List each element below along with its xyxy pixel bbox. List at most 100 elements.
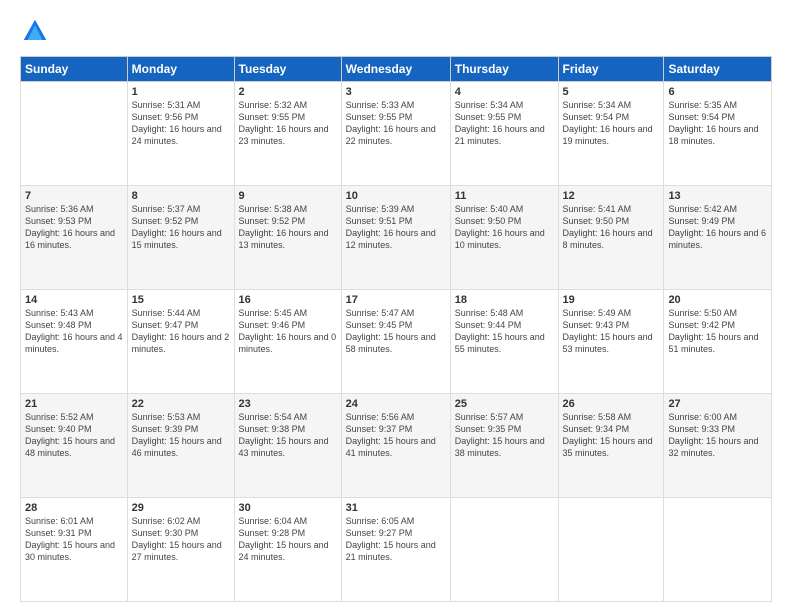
- calendar-table: SundayMondayTuesdayWednesdayThursdayFrid…: [20, 56, 772, 602]
- day-info: Sunrise: 5:56 AMSunset: 9:37 PMDaylight:…: [346, 411, 446, 460]
- weekday-header: Monday: [127, 57, 234, 82]
- day-number: 26: [563, 398, 660, 410]
- calendar-day-cell: 19Sunrise: 5:49 AMSunset: 9:43 PMDayligh…: [558, 290, 664, 394]
- day-number: 27: [668, 398, 767, 410]
- weekday-header: Saturday: [664, 57, 772, 82]
- day-info: Sunrise: 5:44 AMSunset: 9:47 PMDaylight:…: [132, 307, 230, 356]
- day-number: 12: [563, 190, 660, 202]
- logo-icon: [20, 16, 50, 46]
- day-info: Sunrise: 6:01 AMSunset: 9:31 PMDaylight:…: [25, 515, 123, 564]
- calendar-week-row: 28Sunrise: 6:01 AMSunset: 9:31 PMDayligh…: [21, 498, 772, 602]
- day-info: Sunrise: 5:47 AMSunset: 9:45 PMDaylight:…: [346, 307, 446, 356]
- calendar-day-cell: [664, 498, 772, 602]
- day-info: Sunrise: 5:36 AMSunset: 9:53 PMDaylight:…: [25, 203, 123, 252]
- calendar-day-cell: 16Sunrise: 5:45 AMSunset: 9:46 PMDayligh…: [234, 290, 341, 394]
- calendar-day-cell: 27Sunrise: 6:00 AMSunset: 9:33 PMDayligh…: [664, 394, 772, 498]
- calendar-day-cell: 23Sunrise: 5:54 AMSunset: 9:38 PMDayligh…: [234, 394, 341, 498]
- day-number: 4: [455, 86, 554, 98]
- day-info: Sunrise: 5:43 AMSunset: 9:48 PMDaylight:…: [25, 307, 123, 356]
- day-number: 11: [455, 190, 554, 202]
- day-info: Sunrise: 5:48 AMSunset: 9:44 PMDaylight:…: [455, 307, 554, 356]
- day-info: Sunrise: 5:52 AMSunset: 9:40 PMDaylight:…: [25, 411, 123, 460]
- day-info: Sunrise: 5:42 AMSunset: 9:49 PMDaylight:…: [668, 203, 767, 252]
- calendar-day-cell: 21Sunrise: 5:52 AMSunset: 9:40 PMDayligh…: [21, 394, 128, 498]
- calendar-header: SundayMondayTuesdayWednesdayThursdayFrid…: [21, 57, 772, 82]
- day-number: 9: [239, 190, 337, 202]
- day-number: 5: [563, 86, 660, 98]
- calendar-day-cell: 24Sunrise: 5:56 AMSunset: 9:37 PMDayligh…: [341, 394, 450, 498]
- day-info: Sunrise: 5:57 AMSunset: 9:35 PMDaylight:…: [455, 411, 554, 460]
- day-number: 10: [346, 190, 446, 202]
- day-number: 15: [132, 294, 230, 306]
- calendar-day-cell: 2Sunrise: 5:32 AMSunset: 9:55 PMDaylight…: [234, 82, 341, 186]
- calendar-day-cell: 4Sunrise: 5:34 AMSunset: 9:55 PMDaylight…: [450, 82, 558, 186]
- calendar-day-cell: 15Sunrise: 5:44 AMSunset: 9:47 PMDayligh…: [127, 290, 234, 394]
- day-info: Sunrise: 5:34 AMSunset: 9:55 PMDaylight:…: [455, 99, 554, 148]
- day-number: 14: [25, 294, 123, 306]
- calendar-day-cell: 26Sunrise: 5:58 AMSunset: 9:34 PMDayligh…: [558, 394, 664, 498]
- day-info: Sunrise: 5:34 AMSunset: 9:54 PMDaylight:…: [563, 99, 660, 148]
- day-info: Sunrise: 5:39 AMSunset: 9:51 PMDaylight:…: [346, 203, 446, 252]
- day-number: 30: [239, 502, 337, 514]
- calendar-day-cell: 25Sunrise: 5:57 AMSunset: 9:35 PMDayligh…: [450, 394, 558, 498]
- day-info: Sunrise: 5:35 AMSunset: 9:54 PMDaylight:…: [668, 99, 767, 148]
- calendar-week-row: 1Sunrise: 5:31 AMSunset: 9:56 PMDaylight…: [21, 82, 772, 186]
- calendar-day-cell: [21, 82, 128, 186]
- calendar-day-cell: 1Sunrise: 5:31 AMSunset: 9:56 PMDaylight…: [127, 82, 234, 186]
- day-number: 2: [239, 86, 337, 98]
- calendar-week-row: 21Sunrise: 5:52 AMSunset: 9:40 PMDayligh…: [21, 394, 772, 498]
- calendar-day-cell: 6Sunrise: 5:35 AMSunset: 9:54 PMDaylight…: [664, 82, 772, 186]
- day-info: Sunrise: 5:33 AMSunset: 9:55 PMDaylight:…: [346, 99, 446, 148]
- calendar-day-cell: 12Sunrise: 5:41 AMSunset: 9:50 PMDayligh…: [558, 186, 664, 290]
- calendar-day-cell: 9Sunrise: 5:38 AMSunset: 9:52 PMDaylight…: [234, 186, 341, 290]
- day-info: Sunrise: 5:38 AMSunset: 9:52 PMDaylight:…: [239, 203, 337, 252]
- weekday-header: Wednesday: [341, 57, 450, 82]
- calendar-day-cell: 20Sunrise: 5:50 AMSunset: 9:42 PMDayligh…: [664, 290, 772, 394]
- calendar-week-row: 14Sunrise: 5:43 AMSunset: 9:48 PMDayligh…: [21, 290, 772, 394]
- day-info: Sunrise: 6:05 AMSunset: 9:27 PMDaylight:…: [346, 515, 446, 564]
- day-number: 21: [25, 398, 123, 410]
- day-number: 6: [668, 86, 767, 98]
- day-number: 17: [346, 294, 446, 306]
- calendar-week-row: 7Sunrise: 5:36 AMSunset: 9:53 PMDaylight…: [21, 186, 772, 290]
- day-number: 13: [668, 190, 767, 202]
- header: [20, 16, 772, 46]
- day-number: 7: [25, 190, 123, 202]
- day-info: Sunrise: 5:32 AMSunset: 9:55 PMDaylight:…: [239, 99, 337, 148]
- day-info: Sunrise: 5:54 AMSunset: 9:38 PMDaylight:…: [239, 411, 337, 460]
- weekday-header: Sunday: [21, 57, 128, 82]
- day-number: 23: [239, 398, 337, 410]
- calendar-day-cell: 10Sunrise: 5:39 AMSunset: 9:51 PMDayligh…: [341, 186, 450, 290]
- calendar-day-cell: 8Sunrise: 5:37 AMSunset: 9:52 PMDaylight…: [127, 186, 234, 290]
- day-number: 3: [346, 86, 446, 98]
- calendar-day-cell: [450, 498, 558, 602]
- calendar-day-cell: 11Sunrise: 5:40 AMSunset: 9:50 PMDayligh…: [450, 186, 558, 290]
- calendar-day-cell: [558, 498, 664, 602]
- weekday-header: Tuesday: [234, 57, 341, 82]
- day-info: Sunrise: 5:49 AMSunset: 9:43 PMDaylight:…: [563, 307, 660, 356]
- day-number: 19: [563, 294, 660, 306]
- day-number: 31: [346, 502, 446, 514]
- calendar-day-cell: 5Sunrise: 5:34 AMSunset: 9:54 PMDaylight…: [558, 82, 664, 186]
- weekday-row: SundayMondayTuesdayWednesdayThursdayFrid…: [21, 57, 772, 82]
- calendar-day-cell: 14Sunrise: 5:43 AMSunset: 9:48 PMDayligh…: [21, 290, 128, 394]
- day-number: 18: [455, 294, 554, 306]
- day-info: Sunrise: 5:37 AMSunset: 9:52 PMDaylight:…: [132, 203, 230, 252]
- day-info: Sunrise: 5:53 AMSunset: 9:39 PMDaylight:…: [132, 411, 230, 460]
- calendar-day-cell: 31Sunrise: 6:05 AMSunset: 9:27 PMDayligh…: [341, 498, 450, 602]
- day-info: Sunrise: 5:31 AMSunset: 9:56 PMDaylight:…: [132, 99, 230, 148]
- day-number: 28: [25, 502, 123, 514]
- calendar-day-cell: 30Sunrise: 6:04 AMSunset: 9:28 PMDayligh…: [234, 498, 341, 602]
- calendar-day-cell: 13Sunrise: 5:42 AMSunset: 9:49 PMDayligh…: [664, 186, 772, 290]
- day-number: 20: [668, 294, 767, 306]
- day-number: 1: [132, 86, 230, 98]
- day-number: 24: [346, 398, 446, 410]
- calendar-day-cell: 17Sunrise: 5:47 AMSunset: 9:45 PMDayligh…: [341, 290, 450, 394]
- day-info: Sunrise: 6:02 AMSunset: 9:30 PMDaylight:…: [132, 515, 230, 564]
- calendar-day-cell: 29Sunrise: 6:02 AMSunset: 9:30 PMDayligh…: [127, 498, 234, 602]
- logo: [20, 16, 54, 46]
- day-info: Sunrise: 5:45 AMSunset: 9:46 PMDaylight:…: [239, 307, 337, 356]
- page: SundayMondayTuesdayWednesdayThursdayFrid…: [0, 0, 792, 612]
- calendar-day-cell: 3Sunrise: 5:33 AMSunset: 9:55 PMDaylight…: [341, 82, 450, 186]
- calendar-body: 1Sunrise: 5:31 AMSunset: 9:56 PMDaylight…: [21, 82, 772, 602]
